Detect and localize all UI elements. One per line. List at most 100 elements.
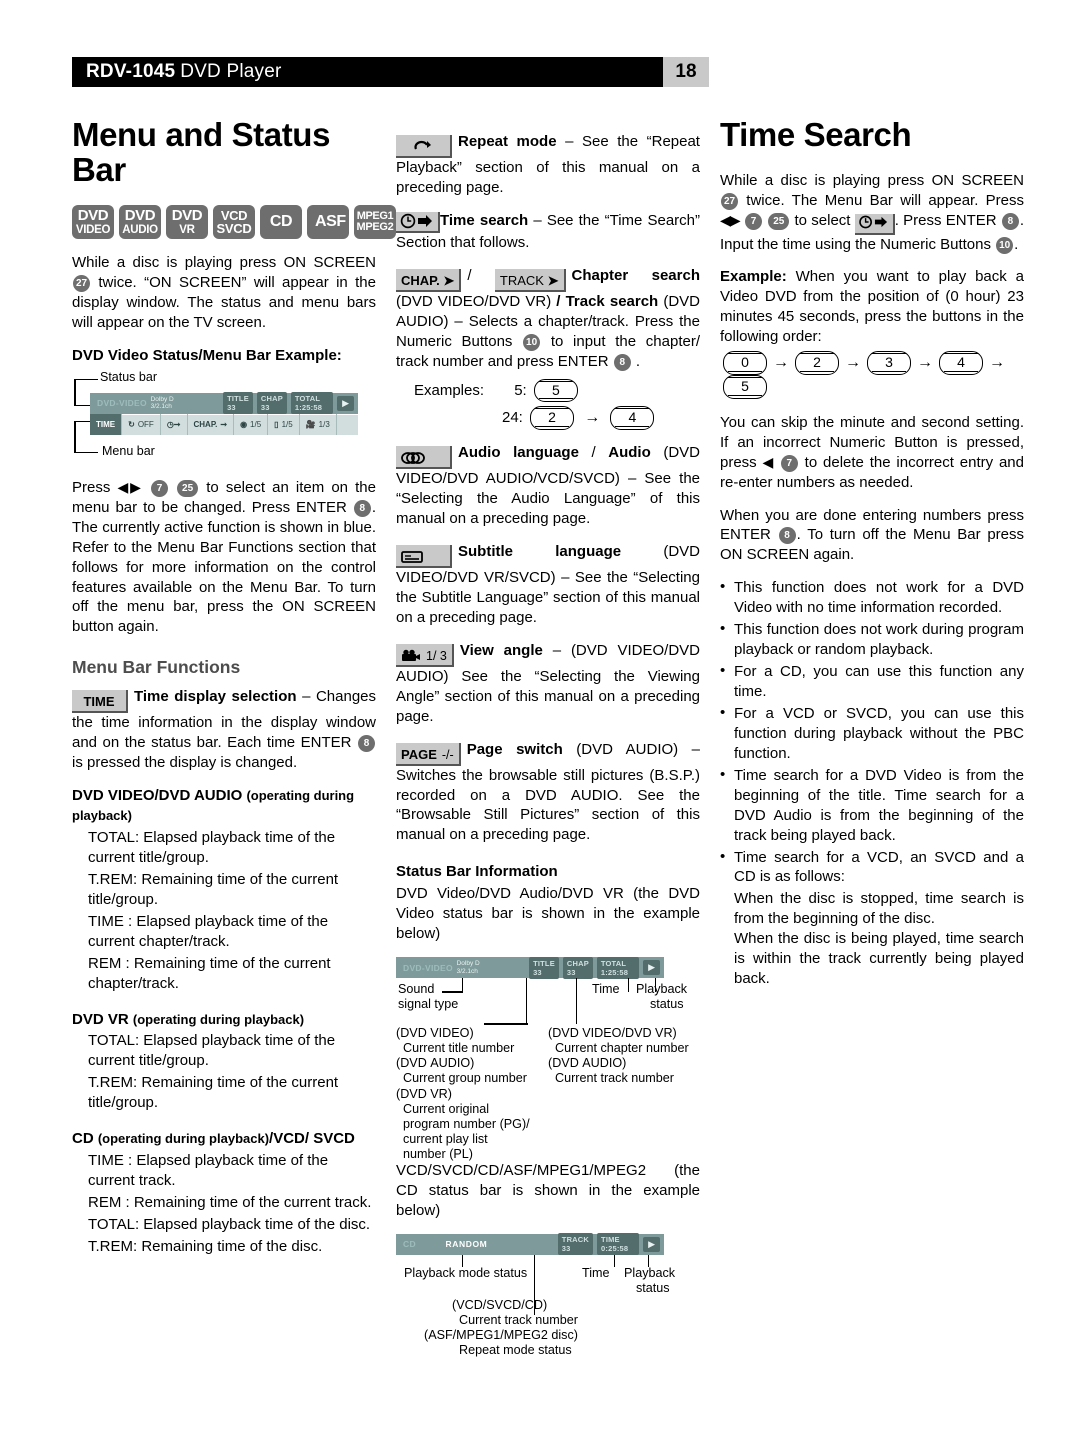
format-chip-dvd-audio: DVD AUDIO: [119, 205, 161, 240]
osd-menu-item-time-search[interactable]: ◷➞: [161, 414, 188, 436]
osd-disc-type: CD: [403, 1239, 416, 1250]
format-chip-line1: DVD: [77, 207, 109, 225]
format-chip-vcd-svcd: VCD SVCD: [213, 205, 255, 240]
skip-setting-paragraph: You can skip the minute and second setti…: [720, 413, 1024, 493]
arrow-right-icon: ➤: [443, 272, 455, 288]
block-head-bold: DVD VR: [72, 1010, 129, 1028]
key-badge-enter: 8: [353, 499, 371, 517]
numeric-key-5[interactable]: 5: [533, 378, 578, 403]
format-chip-line2: SVCD: [216, 221, 252, 237]
osd-menu-item-chapter-search[interactable]: CHAP. ➞: [188, 414, 235, 436]
arrow-right-icon: ➤: [547, 272, 559, 288]
format-chip-line2: AUDIO: [122, 224, 158, 237]
sequence-arrow-icon: →: [845, 354, 861, 372]
osd-title-chip: TITLE 33: [529, 956, 559, 979]
left-arrow-icon: ◀: [762, 453, 775, 470]
osd-button-chapter[interactable]: CHAP. ➤: [396, 268, 462, 292]
chapter-track-slash: /: [556, 292, 561, 310]
clock-arrow-icon: [858, 215, 887, 228]
audio-channel-icon: ◉: [240, 420, 248, 430]
osd-track-chip: TRACK 33: [557, 1233, 594, 1256]
press-text-a: Press: [72, 478, 111, 496]
osd-menu-item-repeat[interactable]: ↻ OFF: [122, 414, 161, 436]
status-bar-info-heading: Status Bar Information: [396, 863, 558, 881]
numeric-key-5[interactable]: 5: [723, 375, 767, 399]
osd-menu-item-subtitle[interactable]: ▯ 1/5: [268, 414, 300, 436]
time-display-paragraph: TIME Time display selection – Changes the…: [72, 687, 376, 773]
play-icon: ▶: [337, 395, 354, 411]
osd-button-page[interactable]: PAGE -/-: [396, 742, 461, 766]
key-badge-enter: 8: [358, 735, 376, 753]
list-item: Time search for a DVD Video is from the …: [720, 765, 1024, 846]
osd-chapter-chip: CHAP 33: [256, 392, 287, 415]
time-search-paragraph: Time search – See the “Time Search” Sect…: [396, 211, 700, 253]
key-badge-enter: 8: [1001, 212, 1019, 230]
osd-button-time-search[interactable]: [396, 211, 440, 233]
osd-button-time[interactable]: TIME: [72, 690, 128, 714]
osd-menu-item-audio[interactable]: ◉ 1/5: [234, 414, 269, 436]
osd-button-angle[interactable]: 1/ 3: [396, 643, 454, 667]
chapter-search-formats: (DVD VIDEO/DVD VR): [396, 292, 552, 310]
numeric-key-4[interactable]: 4: [610, 406, 655, 431]
list-item: This function does not work for a DVD Vi…: [720, 577, 1024, 618]
osd-button-track[interactable]: TRACK ➤: [494, 268, 566, 292]
example-2-label: 24:: [502, 409, 523, 427]
format-chip-line1: CD: [269, 213, 293, 231]
osd-button-subtitle[interactable]: [396, 544, 452, 568]
leader-line-menu-h: [74, 420, 90, 423]
annotation-cd-playback-status: Playback status: [624, 1265, 676, 1296]
osd-status-row: DVD-VIDEO Dolby D 3/2.1ch TITLE 33 CHAP …: [90, 392, 358, 415]
format-chip-asf: ASF: [307, 205, 349, 240]
time-search-title: Time Search: [720, 116, 912, 153]
ts-text-b: twice. The Menu Bar will appear. Press: [746, 191, 1024, 209]
block-line: T.REM: Remaining time of the disc.: [88, 1237, 323, 1255]
audio-language-title: Audio language: [458, 444, 579, 462]
format-chip-line1: DVD: [124, 207, 156, 225]
annotation-playback-mode-status: Playback mode status: [404, 1265, 528, 1280]
leader-line-menu-v: [74, 420, 76, 453]
done-entering-paragraph: When you are done entering numbers press…: [720, 506, 1024, 566]
block-head-small: (operating during playback): [97, 1131, 270, 1147]
angle-value: 1/ 3: [426, 648, 447, 663]
block-line: T.REM: Remaining time of the current tit…: [88, 870, 339, 908]
block-line: REM : Remaining time of the current trac…: [88, 1194, 372, 1212]
key-badge-numeric: 10: [523, 333, 541, 351]
list-item: Time search for a VCD, an SVCD and a CD …: [720, 847, 1024, 888]
ts-text-c: to select: [794, 211, 851, 229]
format-chip-line1: VCD: [220, 207, 248, 223]
numeric-key-0[interactable]: 0: [723, 351, 767, 375]
block-heading-cd-vcd-svcd: CD (operating during playback)/VCD/ SVCD: [72, 1129, 376, 1149]
format-chip-line1: ASF: [315, 213, 346, 231]
subtitle-icon: [401, 551, 423, 563]
leader-line-status-v: [74, 378, 76, 406]
annotation-sound-signal-type: Sound signal type: [398, 982, 459, 1012]
example-1-label: 5:: [514, 381, 527, 399]
osd-button-time-search[interactable]: [854, 213, 895, 235]
play-icon: ▶: [643, 960, 660, 976]
osd-menu-item-time[interactable]: TIME: [90, 414, 123, 436]
osd-menu-audio-label: 1/5: [250, 420, 262, 430]
annotation-right-group: (DVD VIDEO/DVD VR) Current chapter numbe…: [548, 1026, 689, 1086]
format-chip-line2: VR: [179, 224, 195, 237]
format-chip-dvd-vr: DVD VR: [166, 205, 208, 240]
osd-button-audio[interactable]: [396, 446, 452, 470]
osd-dolby-line1: Dolby D: [150, 395, 174, 403]
cd-status-bar-graphic: CD RANDOM TRACK 33 TIME 0:25:58 ▶: [396, 1233, 664, 1256]
osd-disc-type: DVD-VIDEO: [403, 962, 453, 973]
osd-time-chip: TIME 0:25:58: [597, 1233, 640, 1256]
status-bar-info-body: DVD Video/DVD Audio/DVD VR (the DVD Vide…: [396, 885, 700, 943]
annotation-playback-status: Playback status: [636, 982, 688, 1012]
example-paragraph: Example: When you want to play back a Vi…: [720, 267, 1024, 347]
osd-button-repeat[interactable]: [396, 135, 452, 158]
numeric-key-2[interactable]: 2: [795, 351, 839, 375]
key-badge-7: 7: [150, 479, 168, 497]
numeric-key-2[interactable]: 2: [530, 406, 575, 431]
key-badge-25: 25: [768, 212, 790, 230]
numeric-key-3[interactable]: 3: [867, 351, 911, 375]
numeric-key-4[interactable]: 4: [939, 351, 983, 375]
osd-title-chip: TITLE 33: [223, 392, 253, 415]
osd-menu-item-angle[interactable]: 🎥 1/3: [300, 414, 337, 436]
page-header: RDV-1045 DVD Player 18: [72, 57, 709, 87]
clock-arrow-icon: ◷➞: [166, 420, 181, 430]
osd-menu-row: TIME ↻ OFF ◷➞ CHAP. ➞ ◉ 1/5 ▯ 1/5 🎥 1/3: [90, 413, 358, 436]
